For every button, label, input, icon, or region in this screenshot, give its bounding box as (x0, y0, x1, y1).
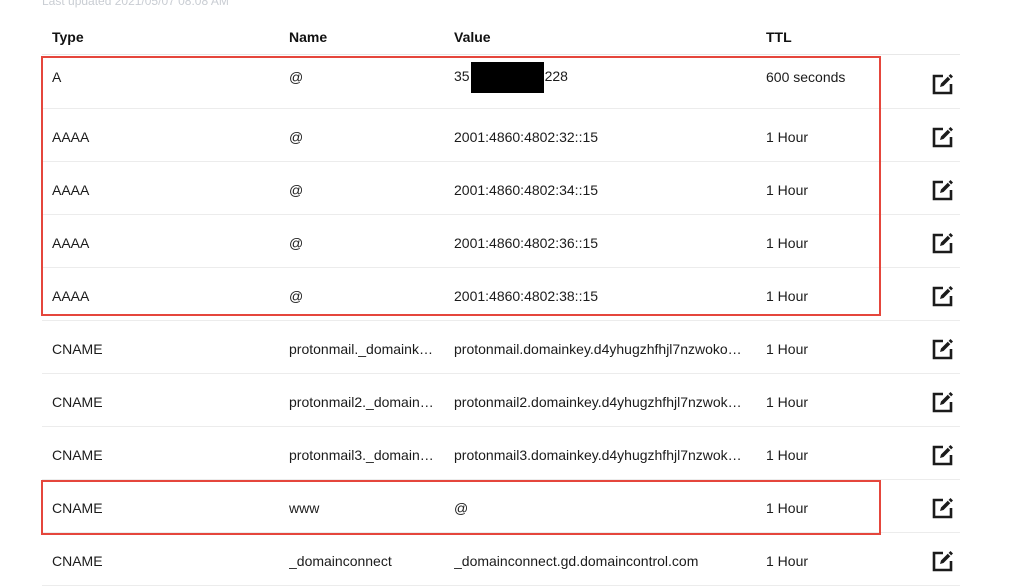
record-name: protonmail3._domain… (289, 447, 434, 463)
record-type: A (52, 69, 62, 85)
edit-icon (931, 125, 955, 154)
record-ttl: 1 Hour (766, 500, 809, 516)
record-value: 2001:4860:4802:36::15 (454, 235, 599, 251)
edit-icon (931, 72, 955, 101)
edit-record-button[interactable] (928, 230, 958, 260)
table-row: CNAME protonmail3._domain… protonmail3.dom… (42, 426, 960, 480)
record-ttl: 1 Hour (766, 288, 809, 304)
record-name: _domainconnect (289, 553, 392, 569)
edit-record-button[interactable] (928, 336, 958, 366)
last-updated-text: Last updated 2021/05/07 08:08 AM (42, 0, 229, 8)
table-row: CNAME _domainconnect _domainconnect.gd.dom… (42, 532, 960, 586)
edit-icon (931, 390, 955, 419)
record-name: @ (289, 69, 304, 85)
edit-record-button[interactable] (928, 442, 958, 472)
redaction-block (470, 61, 544, 93)
table-row: CNAME protonmail2._domain… protonmail2.dom… (42, 373, 960, 427)
record-name: www (289, 500, 320, 516)
column-header-type: Type (52, 29, 84, 45)
table-row: CNAME protonmail._domaink… protonmail.doma… (42, 320, 960, 374)
record-name: @ (289, 235, 304, 251)
edit-record-button[interactable] (928, 71, 958, 101)
table-row: AAAA @2001:4860:4802:34::15 1 Hour (42, 161, 960, 215)
record-type: CNAME (52, 394, 103, 410)
table-row: CNAME www @1 Hour (42, 479, 960, 533)
record-value: @ (454, 500, 469, 516)
record-value: 2001:4860:4802:38::15 (454, 288, 599, 304)
edit-icon (931, 496, 955, 525)
record-value: 2001:4860:4802:34::15 (454, 182, 599, 198)
record-ttl: 1 Hour (766, 447, 809, 463)
edit-record-button[interactable] (928, 177, 958, 207)
edit-icon (931, 549, 955, 578)
record-value: 2001:4860:4802:32::15 (454, 129, 599, 145)
edit-record-button[interactable] (928, 283, 958, 313)
record-ttl: 1 Hour (766, 553, 809, 569)
record-type: CNAME (52, 553, 103, 569)
table-row: AAAA @2001:4860:4802:38::15 1 Hour (42, 267, 960, 321)
edit-icon (931, 337, 955, 366)
record-value: protonmail3.domainkey.d4yhugzhfhjl7nzwok… (454, 447, 742, 463)
table-row: AAAA @2001:4860:4802:32::15 1 Hour (42, 108, 960, 162)
edit-icon (931, 178, 955, 207)
table-row: A @35 228 600 seconds (42, 55, 960, 109)
record-type: CNAME (52, 447, 103, 463)
record-type: CNAME (52, 341, 103, 357)
column-header-value: Value (454, 29, 491, 45)
edit-record-button[interactable] (928, 495, 958, 525)
record-ttl: 1 Hour (766, 182, 809, 198)
record-value: protonmail2.domainkey.d4yhugzhfhjl7nzwok… (454, 394, 742, 410)
record-ttl: 1 Hour (766, 394, 809, 410)
record-ttl: 1 Hour (766, 341, 809, 357)
column-header-ttl: TTL (766, 29, 792, 45)
table-row: AAAA @2001:4860:4802:36::15 1 Hour (42, 214, 960, 268)
record-ttl: 1 Hour (766, 129, 809, 145)
edit-record-button[interactable] (928, 124, 958, 154)
record-value: 35 228 (454, 61, 746, 93)
record-name: protonmail._domaink… (289, 341, 433, 357)
record-name: @ (289, 129, 304, 145)
record-name: protonmail2._domain… (289, 394, 434, 410)
record-type: AAAA (52, 129, 90, 145)
edit-record-button[interactable] (928, 389, 958, 419)
record-value: _domainconnect.gd.domaincontrol.com (454, 553, 699, 569)
record-name: @ (289, 288, 304, 304)
edit-icon (931, 443, 955, 472)
record-ttl: 600 seconds (766, 69, 846, 85)
record-value-prefix: 35 (454, 68, 470, 84)
record-type: AAAA (52, 235, 90, 251)
record-type: CNAME (52, 500, 103, 516)
record-value-suffix: 228 (544, 68, 568, 84)
record-type: AAAA (52, 288, 90, 304)
record-value: protonmail.domainkey.d4yhugzhfhjl7nzwoko… (454, 341, 742, 357)
record-ttl: 1 Hour (766, 235, 809, 251)
edit-icon (931, 284, 955, 313)
column-header-name: Name (289, 29, 328, 45)
record-name: @ (289, 182, 304, 198)
edit-icon (931, 231, 955, 260)
edit-record-button[interactable] (928, 548, 958, 578)
record-type: AAAA (52, 182, 90, 198)
